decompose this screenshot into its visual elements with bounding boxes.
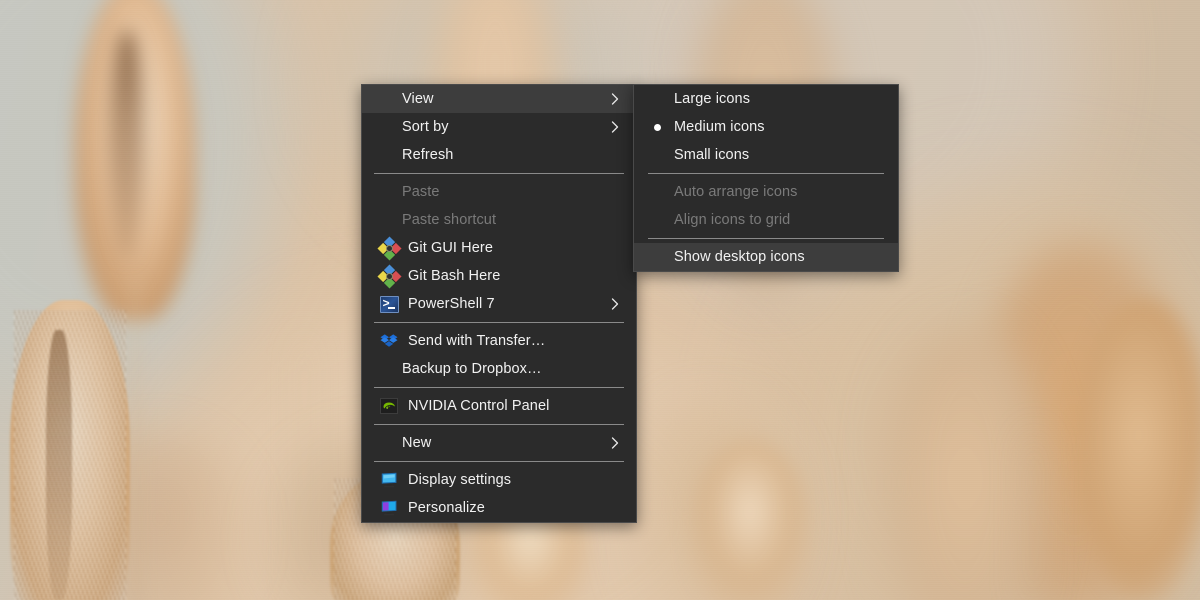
desktop-context-menu[interactable]: View Sort by Refresh Paste Paste shortcut Git… bbox=[361, 84, 637, 523]
menu-item-refresh[interactable]: Refresh bbox=[362, 141, 636, 169]
view-submenu[interactable]: Large icons Medium icons Small icons Auto a… bbox=[633, 84, 899, 272]
menu-item-label: Git Bash Here bbox=[408, 267, 501, 284]
wallpaper-stem bbox=[300, 330, 309, 600]
menu-item-label: PowerShell 7 bbox=[408, 295, 495, 312]
menu-separator bbox=[374, 173, 624, 174]
wallpaper-reed-sharp-core bbox=[46, 330, 72, 600]
powershell-icon bbox=[376, 294, 402, 314]
monitor-icon bbox=[376, 470, 402, 490]
menu-item-label: Refresh bbox=[402, 146, 454, 163]
menu-separator bbox=[648, 173, 884, 174]
radio-selected-icon bbox=[654, 123, 661, 131]
menu-item-label: NVIDIA Control Panel bbox=[408, 397, 550, 414]
menu-item-label: Paste shortcut bbox=[402, 211, 497, 228]
wallpaper-reed-blur bbox=[880, 330, 1050, 600]
submenu-item-label: Small icons bbox=[674, 146, 750, 163]
chevron-right-icon bbox=[608, 297, 622, 311]
menu-item-label: Backup to Dropbox… bbox=[402, 360, 542, 377]
submenu-item-large-icons[interactable]: Large icons bbox=[634, 85, 898, 113]
wallpaper-reed-mid bbox=[1080, 300, 1200, 600]
submenu-item-label: Medium icons bbox=[674, 118, 765, 135]
menu-item-powershell-7[interactable]: PowerShell 7 bbox=[362, 290, 636, 318]
submenu-item-small-icons[interactable]: Small icons bbox=[634, 141, 898, 169]
menu-item-label: Sort by bbox=[402, 118, 449, 135]
wallpaper-reed-mid bbox=[690, 440, 810, 600]
git-icon bbox=[376, 263, 402, 289]
menu-item-git-gui-here[interactable]: Git GUI Here bbox=[362, 234, 636, 262]
menu-item-git-bash-here[interactable]: Git Bash Here bbox=[362, 262, 636, 290]
menu-item-backup-to-dropbox[interactable]: Backup to Dropbox… bbox=[362, 355, 636, 383]
menu-item-new[interactable]: New bbox=[362, 429, 636, 457]
wallpaper-reed-mid-core bbox=[110, 30, 144, 260]
menu-separator bbox=[648, 238, 884, 239]
dropbox-icon bbox=[376, 331, 402, 351]
submenu-item-show-desktop-icons[interactable]: Show desktop icons bbox=[634, 243, 898, 271]
menu-item-label: Send with Transfer… bbox=[408, 332, 546, 349]
menu-item-paste-shortcut: Paste shortcut bbox=[362, 206, 636, 234]
menu-separator bbox=[374, 387, 624, 388]
menu-item-nvidia-control-panel[interactable]: NVIDIA Control Panel bbox=[362, 392, 636, 420]
submenu-item-auto-arrange-icons: Auto arrange icons bbox=[634, 178, 898, 206]
submenu-item-medium-icons[interactable]: Medium icons bbox=[634, 113, 898, 141]
submenu-item-align-icons-to-grid: Align icons to grid bbox=[634, 206, 898, 234]
personalize-icon bbox=[376, 498, 402, 518]
menu-separator bbox=[374, 461, 624, 462]
menu-item-label: Personalize bbox=[408, 499, 485, 516]
chevron-right-icon bbox=[608, 92, 622, 106]
chevron-right-icon bbox=[608, 436, 622, 450]
submenu-item-label: Align icons to grid bbox=[674, 211, 791, 228]
chevron-right-icon bbox=[608, 120, 622, 134]
nvidia-icon bbox=[376, 396, 402, 416]
wallpaper-stem bbox=[132, 280, 138, 600]
menu-separator bbox=[374, 424, 624, 425]
menu-item-sort-by[interactable]: Sort by bbox=[362, 113, 636, 141]
menu-item-paste: Paste bbox=[362, 178, 636, 206]
menu-separator bbox=[374, 322, 624, 323]
menu-item-personalize[interactable]: Personalize bbox=[362, 494, 636, 522]
menu-item-label: Display settings bbox=[408, 471, 512, 488]
menu-item-label: View bbox=[402, 90, 434, 107]
desktop: View Sort by Refresh Paste Paste shortcut Git… bbox=[0, 0, 1200, 600]
menu-item-label: Paste bbox=[402, 183, 440, 200]
submenu-item-label: Show desktop icons bbox=[674, 248, 805, 265]
submenu-item-label: Large icons bbox=[674, 90, 751, 107]
menu-item-view[interactable]: View bbox=[362, 85, 636, 113]
menu-item-label: Git GUI Here bbox=[408, 239, 493, 256]
menu-item-label: New bbox=[402, 434, 432, 451]
wallpaper-stem bbox=[1030, 430, 1038, 600]
submenu-item-label: Auto arrange icons bbox=[674, 183, 798, 200]
menu-item-send-with-transfer[interactable]: Send with Transfer… bbox=[362, 327, 636, 355]
git-icon bbox=[376, 235, 402, 261]
menu-item-display-settings[interactable]: Display settings bbox=[362, 466, 636, 494]
